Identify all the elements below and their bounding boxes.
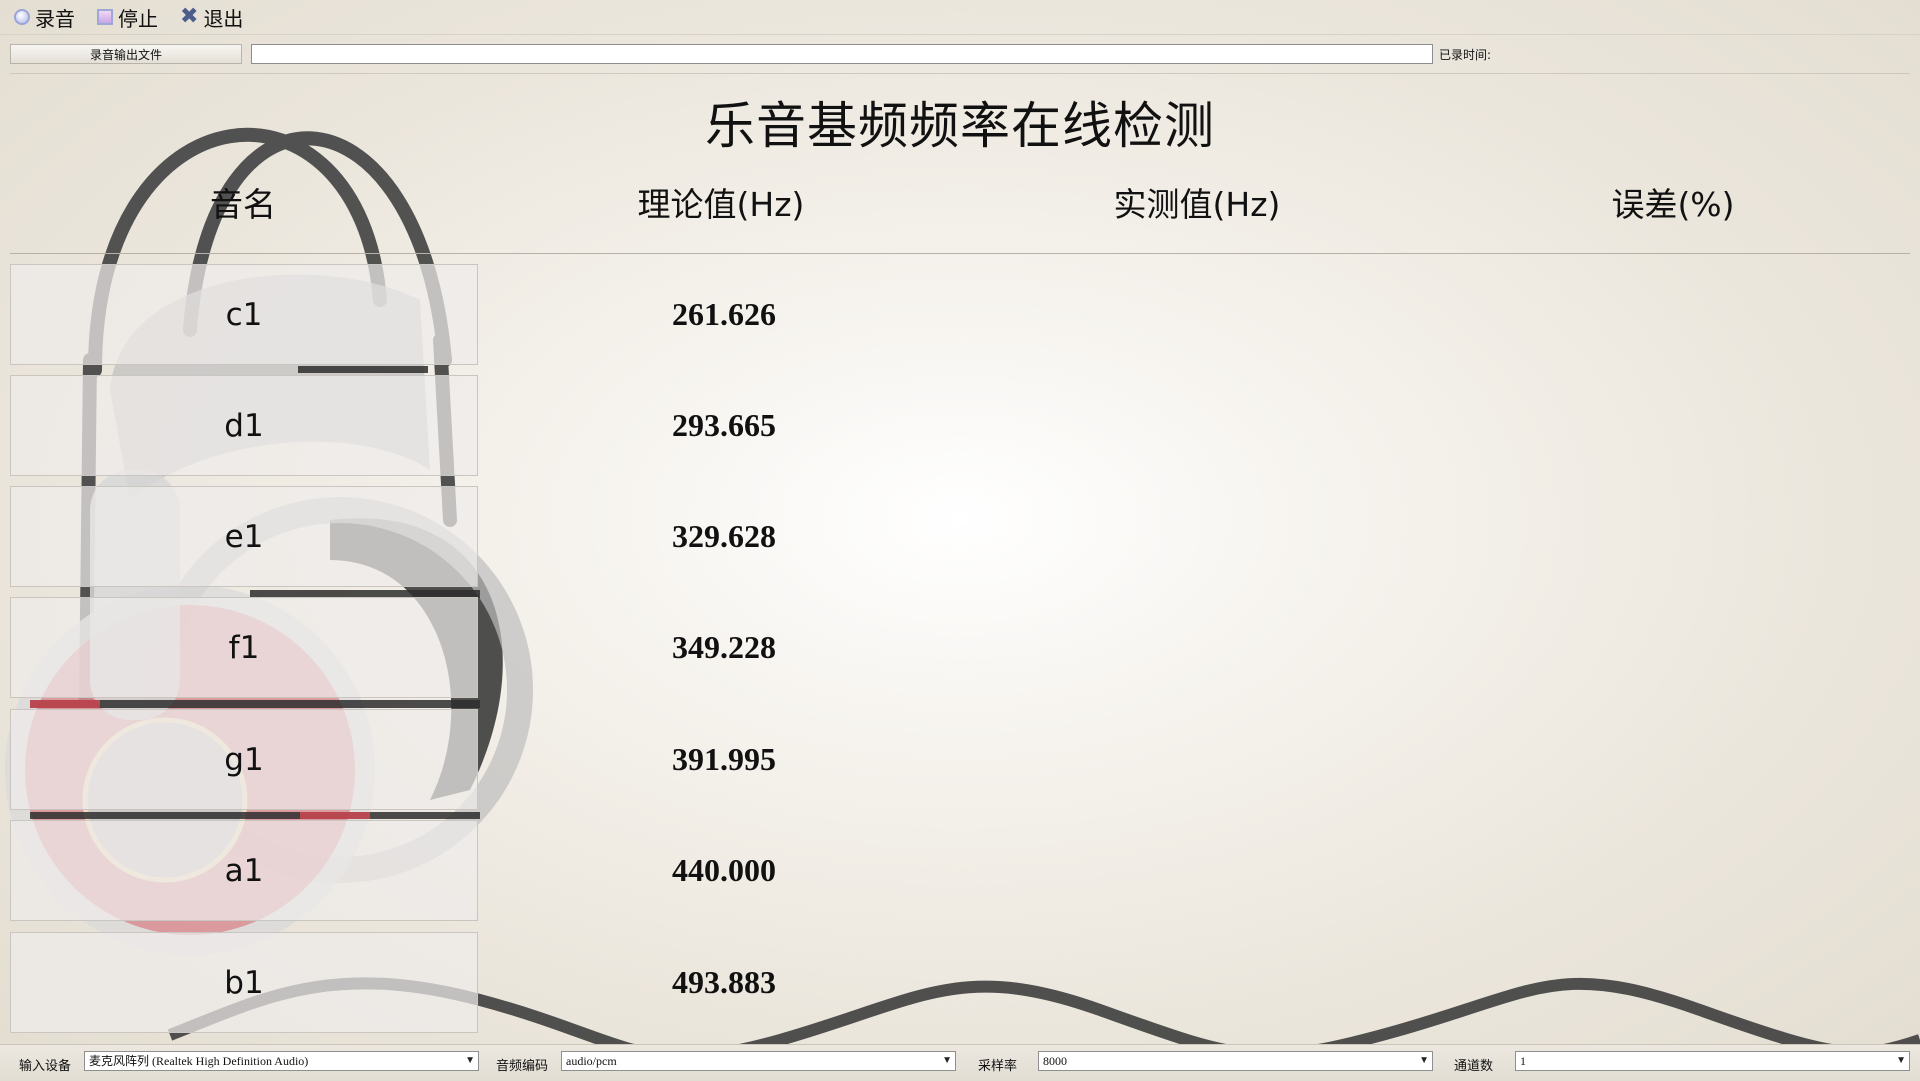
exit-label: 退出 bbox=[203, 6, 244, 31]
input-device-label: 输入设备 bbox=[19, 1059, 72, 1074]
note-button-a1[interactable]: a1 bbox=[10, 820, 478, 921]
header-divider bbox=[10, 253, 1910, 254]
output-file-button[interactable]: 录音输出文件 bbox=[10, 44, 242, 64]
theory-value: 261.626 bbox=[672, 296, 776, 332]
record-button[interactable]: 录音 bbox=[14, 3, 75, 32]
chevron-down-icon: ▼ bbox=[1419, 1055, 1429, 1066]
codec-select[interactable]: audio/pcm ▼ bbox=[561, 1051, 956, 1071]
sample-rate-value: 8000 bbox=[1043, 1054, 1067, 1068]
channels-value: 1 bbox=[1520, 1054, 1526, 1068]
record-icon bbox=[14, 9, 30, 25]
stop-label: 停止 bbox=[118, 6, 158, 31]
chevron-down-icon: ▼ bbox=[1896, 1055, 1906, 1066]
channels-label: 通道数 bbox=[1454, 1059, 1494, 1074]
output-file-path-field[interactable] bbox=[251, 44, 1433, 64]
column-header-theory: 理论值(Hz) bbox=[637, 185, 805, 224]
output-file-row: 录音输出文件 已录时间: bbox=[10, 44, 1910, 66]
note-button-e1[interactable]: e1 bbox=[10, 486, 478, 587]
column-header-note: 音名 bbox=[210, 185, 276, 224]
input-device-value: 麦克风阵列 (Realtek High Definition Audio) bbox=[89, 1054, 309, 1068]
note-button-g1[interactable]: g1 bbox=[10, 709, 478, 810]
column-header-measured: 实测值(Hz) bbox=[1113, 185, 1281, 224]
codec-value: audio/pcm bbox=[566, 1054, 617, 1068]
note-button-b1[interactable]: b1 bbox=[10, 932, 478, 1033]
status-bar: 输入设备 麦克风阵列 (Realtek High Definition Audi… bbox=[0, 1044, 1920, 1081]
theory-value: 349.228 bbox=[672, 629, 776, 665]
page-title: 乐音基频频率在线检测 bbox=[705, 97, 1215, 155]
chevron-down-icon: ▼ bbox=[465, 1055, 475, 1066]
stop-icon bbox=[97, 9, 113, 25]
close-icon: ✖ bbox=[180, 4, 199, 29]
theory-value: 293.665 bbox=[672, 407, 776, 443]
theory-value: 493.883 bbox=[672, 964, 776, 1000]
divider bbox=[10, 73, 1910, 74]
column-header-error: 误差(%) bbox=[1611, 185, 1735, 224]
chevron-down-icon: ▼ bbox=[942, 1055, 952, 1066]
note-button-d1[interactable]: d1 bbox=[10, 375, 478, 476]
stop-button[interactable]: 停止 bbox=[97, 3, 158, 32]
record-label: 录音 bbox=[35, 6, 75, 31]
theory-value: 391.995 bbox=[672, 741, 776, 777]
codec-label: 音频编码 bbox=[496, 1059, 549, 1074]
exit-button[interactable]: ✖ 退出 bbox=[180, 3, 243, 32]
sample-rate-select[interactable]: 8000 ▼ bbox=[1038, 1051, 1433, 1071]
input-device-select[interactable]: 麦克风阵列 (Realtek High Definition Audio) ▼ bbox=[84, 1051, 479, 1071]
elapsed-time-label: 已录时间: bbox=[1439, 48, 1492, 62]
channels-select[interactable]: 1 ▼ bbox=[1515, 1051, 1910, 1071]
toolbar: 录音 停止 ✖ 退出 bbox=[0, 0, 1920, 35]
sample-rate-label: 采样率 bbox=[978, 1059, 1018, 1074]
theory-value: 329.628 bbox=[672, 518, 776, 554]
note-button-f1[interactable]: f1 bbox=[10, 597, 478, 698]
theory-value: 440.000 bbox=[672, 852, 776, 888]
note-button-c1[interactable]: c1 bbox=[10, 264, 478, 365]
